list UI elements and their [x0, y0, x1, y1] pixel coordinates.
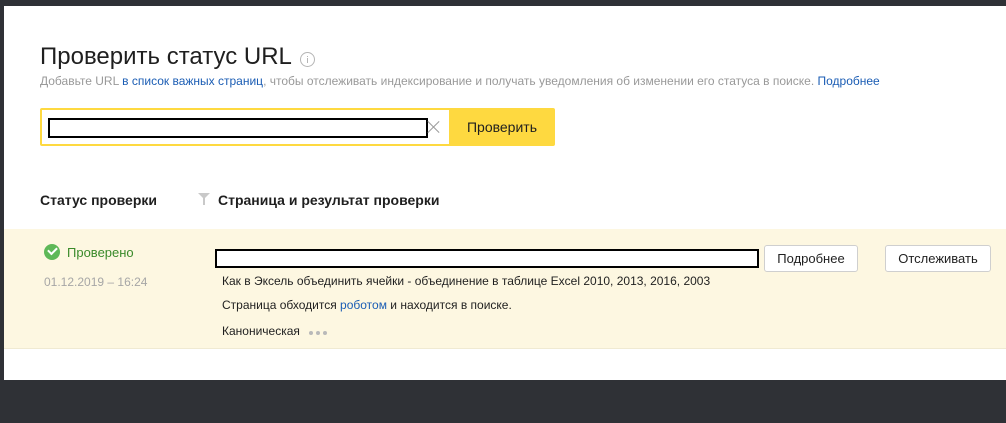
page-subtitle: Добавьте URL в список важных страниц, чт…: [40, 74, 880, 88]
subtitle-text-end: , чтобы отслеживать индексирование и пол…: [263, 74, 818, 88]
result-description: Страница обходится роботом и находится в…: [222, 298, 512, 312]
important-pages-link[interactable]: в список важных страниц: [122, 74, 263, 88]
track-button[interactable]: Отслеживать: [885, 245, 991, 272]
redacted-url: [48, 118, 428, 138]
result-page-title: Как в Эксель объединить ячейки - объедин…: [222, 274, 711, 288]
column-header-status: Статус проверки: [40, 192, 158, 208]
canonical-row: Каноническая: [222, 324, 327, 338]
more-dots-icon[interactable]: [308, 331, 327, 335]
clear-icon[interactable]: [426, 118, 442, 136]
redacted-page-url: [215, 249, 759, 268]
url-search-bar: Проверить: [40, 108, 555, 146]
result-row: Проверено 01.12.2019 – 16:24 Подробнее О…: [4, 229, 1006, 349]
robot-link[interactable]: роботом: [340, 298, 387, 312]
status-label: Проверено: [67, 244, 134, 260]
filter-icon[interactable]: [198, 193, 210, 207]
page-title: Проверить статус URL: [40, 43, 292, 70]
column-header-page: Страница и результат проверки: [218, 192, 440, 208]
checkmark-circle-icon: [44, 244, 60, 260]
check-datetime: 01.12.2019 – 16:24: [44, 275, 148, 289]
details-button[interactable]: Подробнее: [764, 245, 858, 272]
page-header: Проверить статус URL: [40, 42, 315, 72]
canonical-label: Каноническая: [222, 324, 300, 338]
check-button[interactable]: Проверить: [449, 108, 555, 146]
check-status: Проверено: [44, 244, 134, 260]
info-icon[interactable]: [299, 51, 315, 67]
description-text-start: Страница обходится: [222, 298, 341, 312]
subtitle-text-start: Добавьте URL: [40, 74, 123, 88]
description-text-end: и находится в поиске.: [386, 298, 512, 312]
more-info-link[interactable]: Подробнее: [817, 74, 879, 88]
